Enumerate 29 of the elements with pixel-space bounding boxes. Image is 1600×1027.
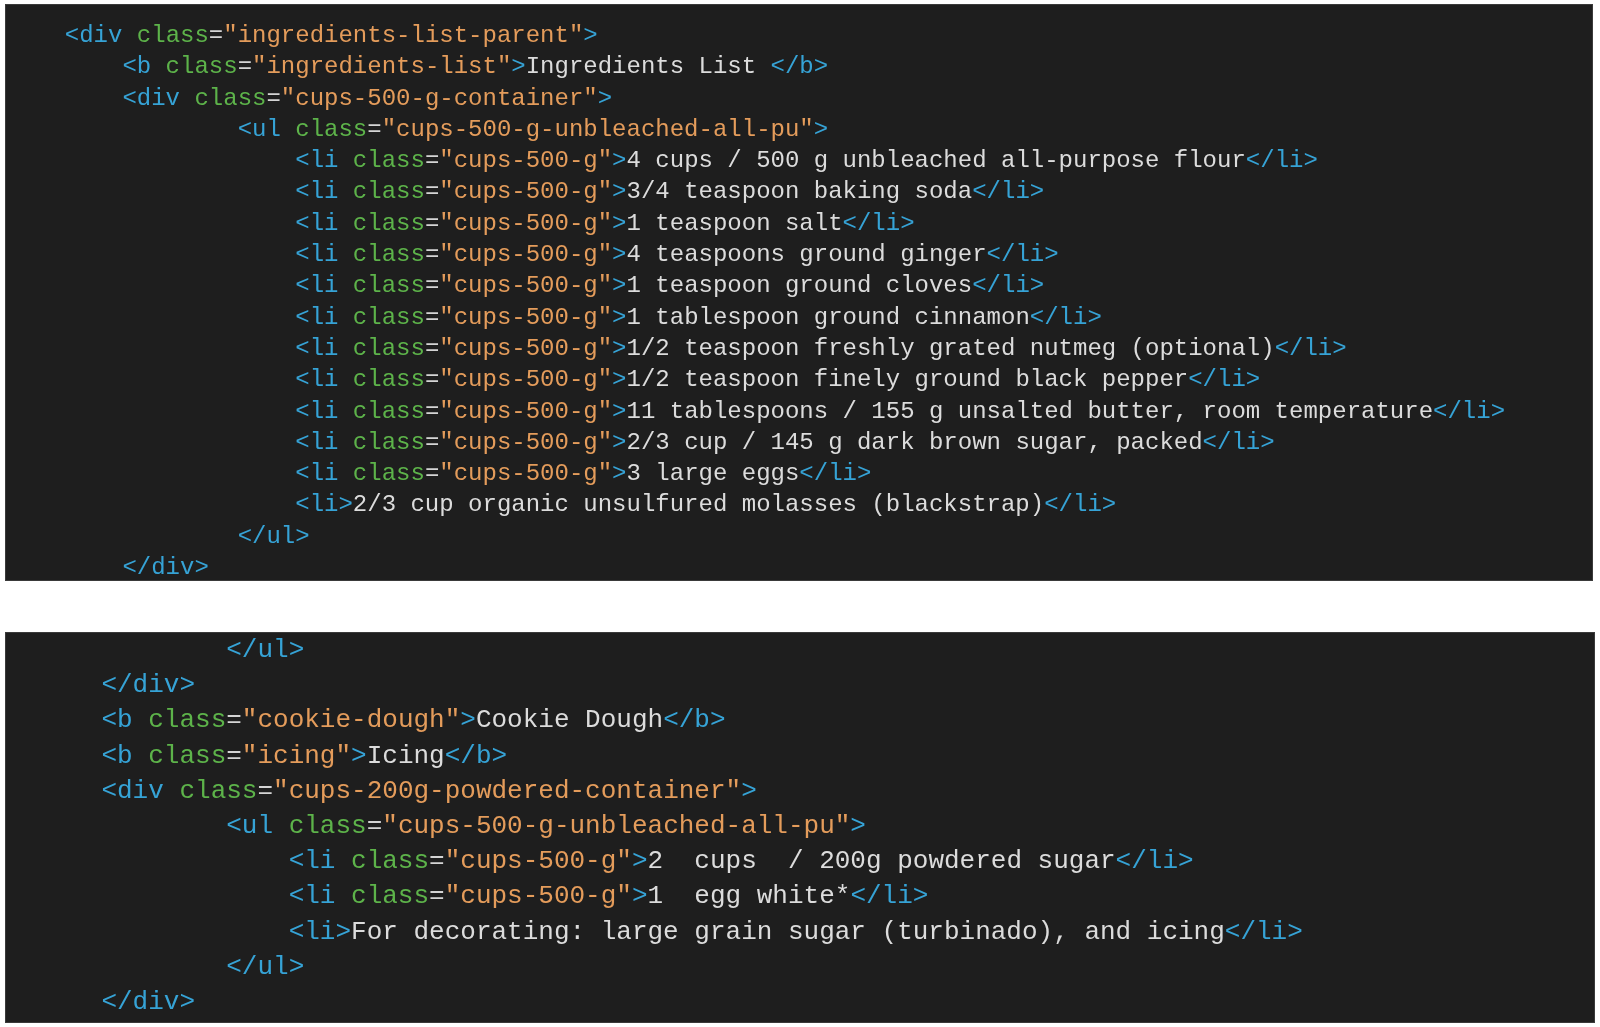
code-line: <li class="cups-500-g">3 large eggs</li> <box>294 459 872 490</box>
code-line: <li class="cups-500-g">1 teaspoon ground cloves</li> <box>294 271 1045 302</box>
code-line: <li class="cups-500-g">1 tablespoon ground cinnamon</li> <box>294 302 1102 333</box>
code-line: </ul> <box>236 521 310 552</box>
code-line: <div class="cups-200g-powdered-container"> <box>100 774 757 808</box>
code-line: <b class="ingredients-list">Ingredients List </b> <box>121 52 829 83</box>
code-line: </div> <box>100 986 196 1020</box>
code-line: <div class="cups-500-g-container"> <box>121 83 613 114</box>
code-line: <li class="cups-500-g">11 tablespoons / 155 g unsalted butter, room temperature</li> <box>294 396 1506 427</box>
code-line: <li class="cups-500-g">2/3 cup / 145 g dark brown sugar, packed</li> <box>294 427 1275 458</box>
code-line: <li>For decorating: large grain sugar (turbinado), and icing</li> <box>287 915 1303 949</box>
code-line: </ul> <box>225 634 305 667</box>
code-line: <b class="cookie-dough">Cookie Dough</b> <box>100 704 726 738</box>
code-line: <li class="cups-500-g">4 teaspoons ground ginger</li> <box>294 240 1059 271</box>
code-line: <li class="cups-500-g">1 teaspoon salt</li> <box>294 208 915 239</box>
code-line: <li class="cups-500-g">1/2 teaspoon freshly grated nutmeg (optional)</li> <box>294 333 1347 364</box>
code-line: <ul class="cups-500-g-unbleached-all-pu"> <box>225 810 866 843</box>
code-line: </div> <box>100 669 196 703</box>
code-line: <li class="cups-500-g">2 cups / 200g powdered sugar</li> <box>287 845 1194 879</box>
code-line: </ul> <box>225 950 305 984</box>
code-line: <li class="cups-500-g">1 egg white*</li> <box>287 880 929 914</box>
code-line: <li class="cups-500-g">4 cups / 500 g unbleached all-purpose flour</li> <box>294 146 1318 177</box>
code-line: <li class="cups-500-g">3/4 teaspoon baking soda</li> <box>294 177 1045 208</box>
code-line: <li>2/3 cup organic unsulfured molasses (blackstrap)</li> <box>294 490 1117 521</box>
code-line: </div> <box>121 553 209 580</box>
code-line: <b class="icing">Icing</b> <box>100 739 508 773</box>
code-line: <li class="cups-500-g">1/2 teaspoon finely ground black pepper</li> <box>294 365 1261 396</box>
code-line: <ul class="cups-500-g-unbleached-all-pu"> <box>236 114 829 145</box>
code-line: <div class="ingredients-list-parent"> <box>63 21 598 51</box>
